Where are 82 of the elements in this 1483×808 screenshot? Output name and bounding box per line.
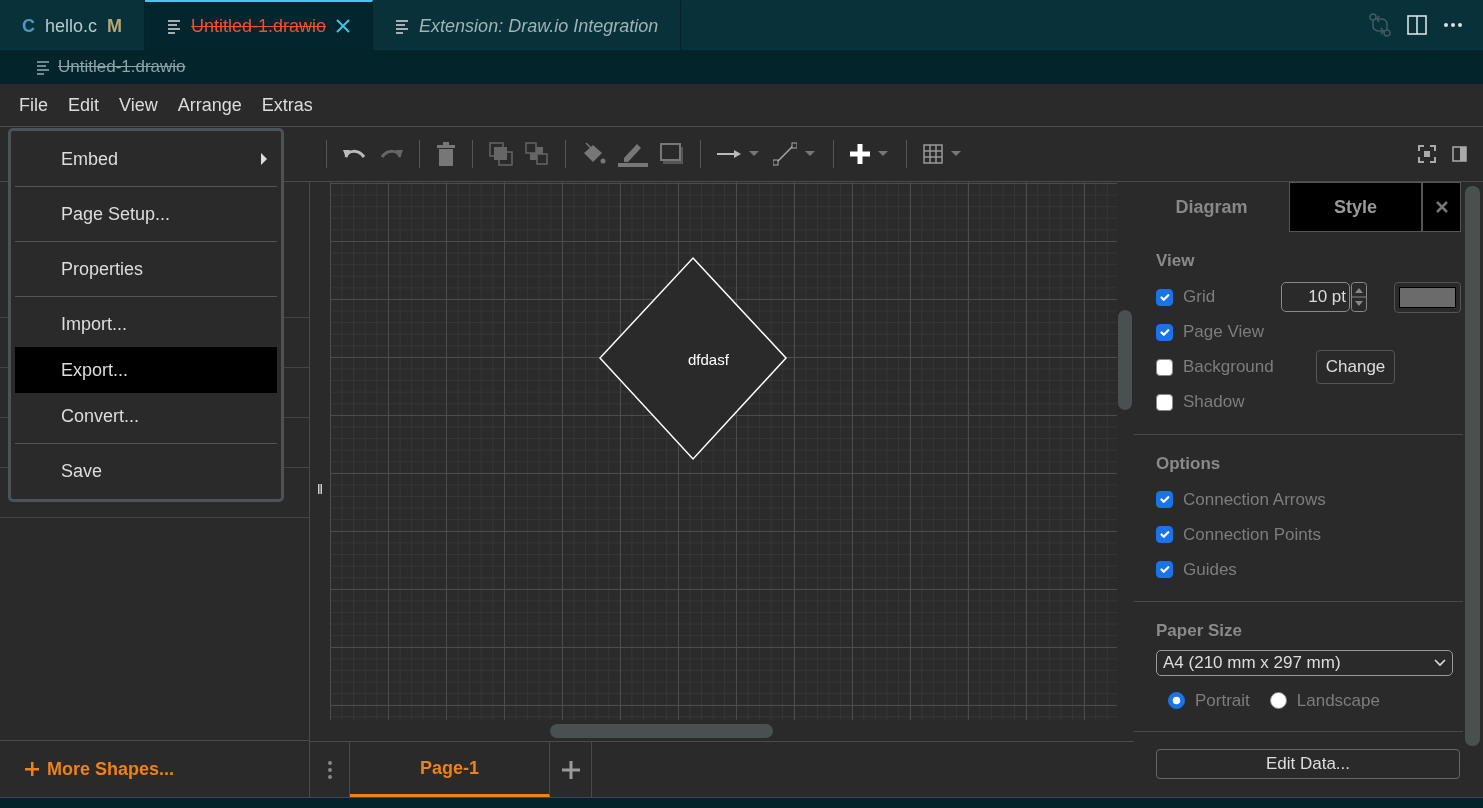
paper-size-select[interactable]: A4 (210 mm x 297 mm)	[1156, 649, 1453, 676]
change-button[interactable]: Change	[1315, 350, 1396, 384]
submenu-arrow-icon	[261, 153, 267, 165]
breadcrumb-item[interactable]: Untitled-1.drawio	[58, 54, 186, 80]
radio-button[interactable]	[1269, 691, 1287, 709]
radio-label: Landscape	[1296, 689, 1380, 712]
close-icon[interactable]	[1435, 201, 1448, 213]
menu-item[interactable]: Arrange	[177, 91, 242, 119]
pencil-line-icon[interactable]	[618, 141, 648, 167]
checkbox[interactable]	[1156, 561, 1173, 578]
close-icon[interactable]	[336, 19, 351, 33]
add-page-icon[interactable]	[561, 760, 580, 779]
waypoint-line-icon[interactable]	[773, 142, 797, 166]
shadow-icon[interactable]	[660, 143, 684, 165]
arrow-icon[interactable]	[717, 149, 741, 159]
checkbox-label: Connection Arrows	[1183, 488, 1326, 511]
radio-button[interactable]	[1168, 691, 1185, 709]
file-icon	[36, 58, 50, 76]
split-editor-icon[interactable]	[1407, 15, 1427, 35]
scrollbar-thumb[interactable]	[1465, 186, 1480, 746]
section-heading: View	[1156, 250, 1196, 272]
checkbox-label: Page View	[1183, 321, 1264, 344]
menu-item[interactable]: Save	[15, 448, 277, 494]
diamond-shape[interactable]	[598, 256, 788, 461]
checkbox-label: Guides	[1183, 558, 1237, 581]
caret-icon[interactable]	[805, 151, 817, 157]
checkbox[interactable]	[1156, 323, 1173, 341]
menu-item[interactable]: Export...	[15, 347, 277, 393]
scrollbar-thumb[interactable]	[1118, 310, 1132, 410]
checkbox[interactable]	[1156, 526, 1173, 543]
menu-item[interactable]: File	[19, 91, 48, 119]
tab-label: Untitled-1.drawio	[191, 14, 327, 38]
section-heading: Paper Size	[1156, 620, 1243, 642]
checkbox-label: Background	[1183, 356, 1274, 379]
checkbox[interactable]	[1156, 393, 1173, 411]
plus-icon[interactable]	[850, 144, 870, 164]
checkbox[interactable]	[1156, 288, 1173, 306]
checkbox-label: Connection Points	[1183, 523, 1321, 546]
menu-item[interactable]: View	[119, 91, 158, 119]
splitter-handle-icon[interactable]	[318, 484, 322, 494]
menu-item[interactable]: Properties	[15, 246, 277, 292]
file-icon	[167, 17, 182, 35]
tab-label: Extension: Draw.io Integration	[419, 14, 659, 38]
plus-icon	[25, 762, 39, 776]
fullscreen-icon[interactable]	[1418, 145, 1436, 163]
checkbox-label: Grid	[1183, 286, 1216, 309]
file-icon	[395, 17, 410, 35]
menu-item[interactable]: Extras	[261, 91, 313, 119]
menu-item[interactable]: Page Setup...	[15, 191, 277, 237]
grid-size-field[interactable]: 10 pt	[1281, 282, 1350, 312]
caret-icon[interactable]	[951, 151, 963, 157]
file-type-label: C	[22, 14, 35, 38]
menu-item[interactable]: Import...	[15, 301, 277, 347]
checkbox[interactable]	[1156, 358, 1173, 376]
panel-tab[interactable]: Style	[1289, 182, 1422, 232]
scrollbar-thumb[interactable]	[550, 724, 773, 738]
menu-item[interactable]: Convert...	[15, 393, 277, 439]
chevron-down-icon[interactable]	[1434, 658, 1446, 667]
fill-bucket-icon[interactable]	[582, 142, 606, 166]
more-shapes-label: More Shapes...	[47, 757, 175, 781]
spinner-arrows-icon[interactable]	[1351, 282, 1367, 312]
more-icon[interactable]	[1443, 22, 1463, 28]
checkbox-label: Shadow	[1183, 391, 1245, 414]
shape-label: dfdasf	[688, 350, 729, 370]
menu-item[interactable]: Edit	[68, 91, 100, 119]
radio-label: Portrait	[1195, 689, 1250, 712]
format-panel-icon[interactable]	[1452, 146, 1467, 162]
trash-icon[interactable]	[436, 142, 456, 166]
send-to-back-icon[interactable]	[525, 142, 549, 166]
caret-icon[interactable]	[749, 151, 761, 157]
tab-label: hello.c	[45, 14, 98, 38]
bring-to-front-icon[interactable]	[489, 142, 513, 166]
modified-label: M	[107, 14, 123, 38]
section-heading: Options	[1156, 452, 1222, 475]
table-icon[interactable]	[923, 144, 943, 164]
checkbox[interactable]	[1156, 491, 1173, 508]
edit-data-button[interactable]: Edit Data...	[1156, 749, 1460, 779]
editor-tab[interactable]: Untitled-1.drawio	[145, 0, 374, 50]
menu-item[interactable]: Embed	[15, 136, 277, 182]
vertical-dots-icon[interactable]	[327, 760, 332, 779]
caret-icon[interactable]	[878, 151, 890, 157]
grid-color-swatch[interactable]	[1394, 281, 1461, 313]
